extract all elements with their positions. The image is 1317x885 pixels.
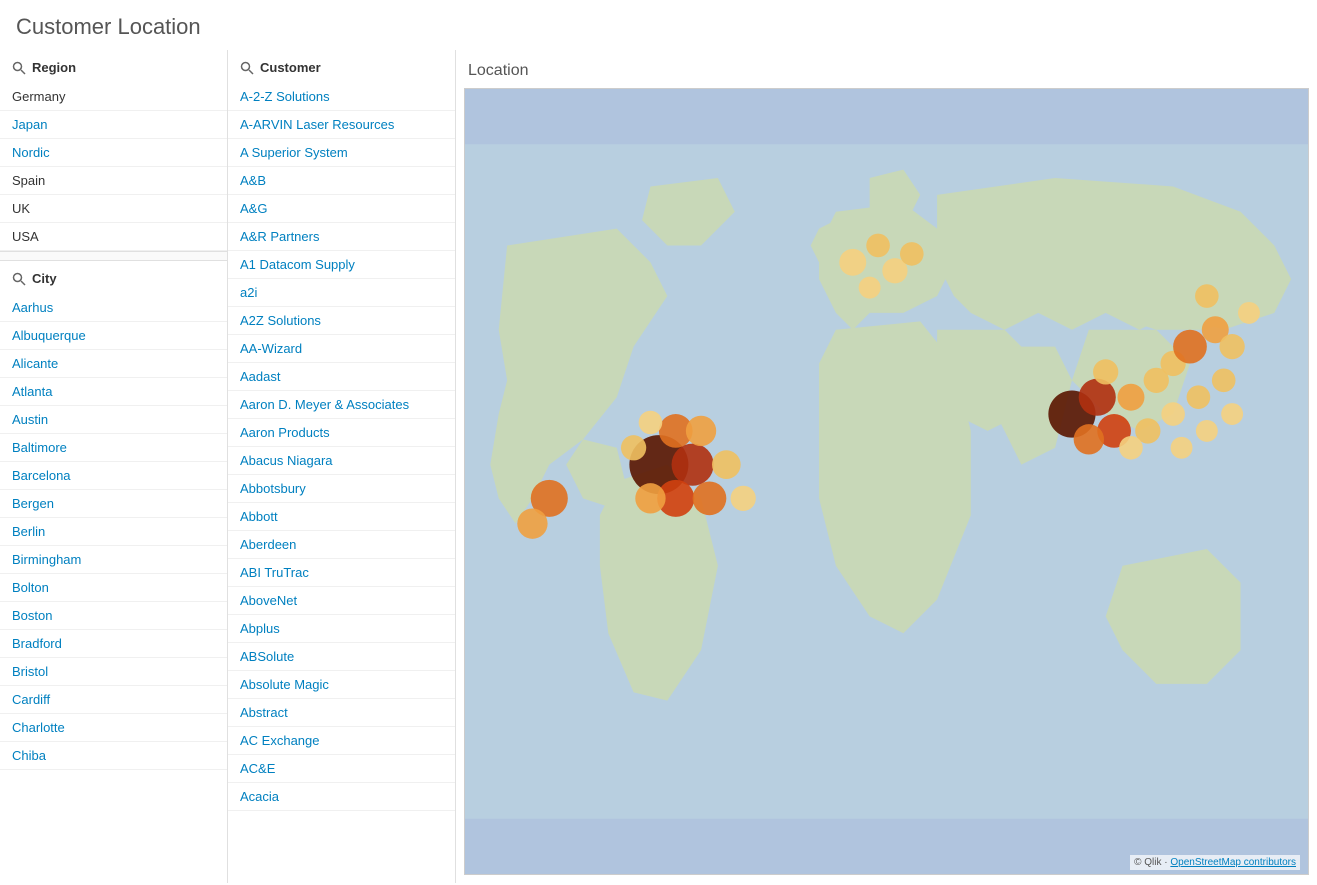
city-list: Aarhus Albuquerque Alicante Atlanta Aust… <box>0 294 227 770</box>
list-item[interactable]: A2Z Solutions <box>228 307 455 335</box>
list-item[interactable]: Aadast <box>228 363 455 391</box>
list-item[interactable]: Abplus <box>228 615 455 643</box>
list-item[interactable]: Abbotsbury <box>228 475 455 503</box>
list-item[interactable]: Absolute Magic <box>228 671 455 699</box>
search-icon-city <box>12 272 26 286</box>
list-item[interactable]: Abstract <box>228 699 455 727</box>
world-map <box>465 89 1308 874</box>
list-item[interactable]: AC Exchange <box>228 727 455 755</box>
list-item[interactable]: A&B <box>228 167 455 195</box>
list-item[interactable]: Chiba <box>0 742 227 770</box>
search-icon-customer <box>240 61 254 75</box>
section-divider <box>0 251 227 261</box>
region-list: Germany Japan Nordic Spain UK USA <box>0 83 227 251</box>
list-item[interactable]: AC&E <box>228 755 455 783</box>
list-item[interactable]: A-ARVIN Laser Resources <box>228 111 455 139</box>
region-header: Region <box>0 50 227 83</box>
list-item[interactable]: Austin <box>0 406 227 434</box>
list-item[interactable]: Alicante <box>0 350 227 378</box>
list-item[interactable]: Aberdeen <box>228 531 455 559</box>
customer-panel: Customer A-2-Z Solutions A-ARVIN Laser R… <box>228 50 456 883</box>
list-item[interactable]: Aarhus <box>0 294 227 322</box>
customer-label: Customer <box>260 60 321 75</box>
list-item[interactable]: Boston <box>0 602 227 630</box>
list-item[interactable]: Japan <box>0 111 227 139</box>
list-item[interactable]: UK <box>0 195 227 223</box>
list-item[interactable]: Cardiff <box>0 686 227 714</box>
left-filter-panel: Region Germany Japan Nordic Spain UK USA… <box>0 50 228 883</box>
list-item[interactable]: Bergen <box>0 490 227 518</box>
search-icon <box>12 61 26 75</box>
list-item[interactable]: Abbott <box>228 503 455 531</box>
map-attribution: © Qlik · OpenStreetMap contributors <box>1130 855 1300 870</box>
list-item[interactable]: Germany <box>0 83 227 111</box>
location-panel: Location <box>456 50 1317 883</box>
location-title: Location <box>464 58 1309 88</box>
list-item[interactable]: ABSolute <box>228 643 455 671</box>
list-item[interactable]: A&R Partners <box>228 223 455 251</box>
list-item[interactable]: Abacus Niagara <box>228 447 455 475</box>
list-item[interactable]: Charlotte <box>0 714 227 742</box>
list-item[interactable]: Atlanta <box>0 378 227 406</box>
map-container[interactable]: © Qlik · OpenStreetMap contributors <box>464 88 1309 875</box>
list-item[interactable]: Bradford <box>0 630 227 658</box>
list-item[interactable]: Bristol <box>0 658 227 686</box>
customer-list: A-2-Z Solutions A-ARVIN Laser Resources … <box>228 83 455 811</box>
list-item[interactable]: Albuquerque <box>0 322 227 350</box>
list-item[interactable]: A&G <box>228 195 455 223</box>
list-item[interactable]: ABI TruTrac <box>228 559 455 587</box>
list-item[interactable]: A1 Datacom Supply <box>228 251 455 279</box>
list-item[interactable]: Berlin <box>0 518 227 546</box>
list-item[interactable]: USA <box>0 223 227 251</box>
list-item[interactable]: AA-Wizard <box>228 335 455 363</box>
list-item[interactable]: Baltimore <box>0 434 227 462</box>
customer-header: Customer <box>228 50 455 83</box>
list-item[interactable]: Aaron D. Meyer & Associates <box>228 391 455 419</box>
openstreetmap-link[interactable]: OpenStreetMap contributors <box>1170 857 1296 868</box>
list-item[interactable]: Aaron Products <box>228 419 455 447</box>
region-label: Region <box>32 60 76 75</box>
list-item[interactable]: Acacia <box>228 783 455 811</box>
list-item[interactable]: Barcelona <box>0 462 227 490</box>
city-label: City <box>32 271 57 286</box>
list-item[interactable]: AboveNet <box>228 587 455 615</box>
list-item[interactable]: a2i <box>228 279 455 307</box>
list-item[interactable]: Spain <box>0 167 227 195</box>
list-item[interactable]: Bolton <box>0 574 227 602</box>
page-title: Customer Location <box>0 0 1317 50</box>
list-item[interactable]: Nordic <box>0 139 227 167</box>
list-item[interactable]: A-2-Z Solutions <box>228 83 455 111</box>
city-header: City <box>0 261 227 294</box>
list-item[interactable]: Birmingham <box>0 546 227 574</box>
list-item[interactable]: A Superior System <box>228 139 455 167</box>
